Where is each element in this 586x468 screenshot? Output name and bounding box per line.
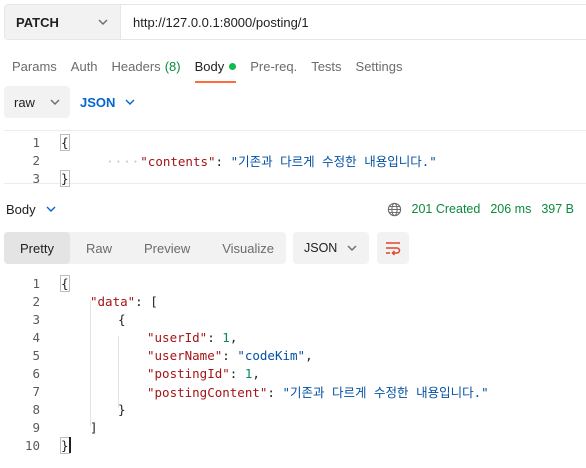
method-label: PATCH xyxy=(16,14,59,30)
body-format-label: JSON xyxy=(80,94,116,110)
tab-pretty[interactable]: Pretty xyxy=(4,232,70,264)
chevron-down-icon xyxy=(125,99,135,105)
method-select[interactable]: PATCH xyxy=(5,5,121,39)
chevron-down-icon xyxy=(347,245,357,251)
request-body-editor[interactable]: 1 { 2 ····"contents": "기존과 다르게 수정한 내용입니다… xyxy=(4,130,586,187)
response-format-select[interactable]: JSON xyxy=(293,232,369,264)
tab-body[interactable]: Body xyxy=(194,58,237,83)
tab-tests[interactable]: Tests xyxy=(311,58,341,75)
request-tabs: Params Auth Headers (8) Body Pre-req. Tes… xyxy=(12,58,417,83)
indent-guide: ···· xyxy=(106,153,141,169)
body-format-select[interactable]: JSON xyxy=(80,95,135,110)
status-code[interactable]: 201 Created xyxy=(412,202,481,216)
text-cursor xyxy=(69,437,71,453)
wrap-lines-icon xyxy=(386,242,401,256)
tab-settings[interactable]: Settings xyxy=(356,58,403,75)
response-size[interactable]: 397 B xyxy=(541,202,574,216)
body-indicator-dot xyxy=(229,63,237,70)
indent-guide xyxy=(118,336,119,408)
response-meta: 201 Created 206 ms 397 B xyxy=(387,198,574,220)
tab-headers[interactable]: Headers (8) xyxy=(112,58,181,75)
indent-guide xyxy=(90,300,91,426)
request-bar: PATCH http://127.0.0.1:8000/posting/1 xyxy=(4,4,586,40)
headers-count: (8) xyxy=(164,59,181,74)
tab-preview[interactable]: Preview xyxy=(128,232,206,264)
tab-visualize[interactable]: Visualize xyxy=(206,232,290,264)
response-view-tabs: Pretty Raw Preview Visualize xyxy=(4,232,286,264)
chevron-down-icon xyxy=(50,99,60,105)
response-body-viewer[interactable]: 1 { 2 "data": [ 3 { 4 "userId": 1, 5 "us… xyxy=(4,272,586,462)
chevron-down-icon xyxy=(46,206,56,212)
response-header: Body 201 Created 206 ms 397 B xyxy=(6,198,586,220)
body-mode-row: raw JSON xyxy=(4,86,135,118)
globe-icon[interactable] xyxy=(387,202,402,217)
body-type-select[interactable]: raw xyxy=(4,86,70,118)
tab-pre-request[interactable]: Pre-req. xyxy=(250,58,297,75)
tab-auth[interactable]: Auth xyxy=(71,58,98,75)
body-type-label: raw xyxy=(14,94,35,110)
tab-params[interactable]: Params xyxy=(12,58,57,75)
response-body-select[interactable]: Body xyxy=(6,202,56,217)
url-input[interactable]: http://127.0.0.1:8000/posting/1 xyxy=(121,5,309,39)
chevron-down-icon xyxy=(98,19,108,25)
wrap-lines-button[interactable] xyxy=(377,232,409,264)
response-time[interactable]: 206 ms xyxy=(490,202,531,216)
tab-raw[interactable]: Raw xyxy=(70,232,128,264)
